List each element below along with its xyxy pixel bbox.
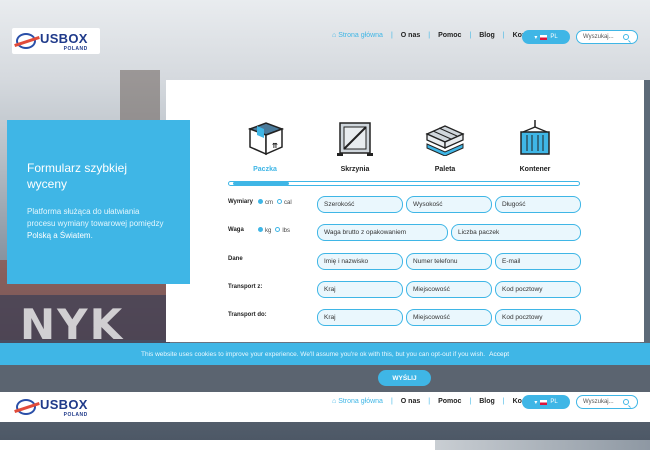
flag-pl-icon <box>540 399 548 405</box>
transport-from-row: Transport z: <box>228 284 263 290</box>
to-country-field[interactable]: Kraj <box>317 309 403 326</box>
email-field[interactable]: E-mail <box>495 253 581 270</box>
from-postcode-field[interactable]: Kod pocztowy <box>495 281 581 298</box>
gross-weight-field[interactable]: Waga brutto z opakowaniem <box>317 224 448 241</box>
globe-icon <box>16 33 36 49</box>
box-icon: ⇈ <box>247 120 285 156</box>
width-field[interactable]: Szerokość <box>317 196 403 213</box>
container-icon <box>517 120 553 156</box>
sticky-logo[interactable]: USBOX POLAND <box>12 394 100 420</box>
search-input[interactable]: Wyszukaj... <box>576 30 638 44</box>
chevron-down-icon: ▾ <box>534 399 538 406</box>
progress-bar <box>228 181 580 186</box>
from-city-field[interactable]: Miejscowość <box>406 281 492 298</box>
nav-about[interactable]: O nas <box>401 32 420 39</box>
to-postcode-field[interactable]: Kod pocztowy <box>495 309 581 326</box>
search-icon[interactable] <box>623 399 629 405</box>
name-field[interactable]: Imię i nazwisko <box>317 253 403 270</box>
sticky-nav-blog[interactable]: Blog <box>479 398 495 405</box>
type-container[interactable]: Kontener <box>500 120 570 173</box>
unit-cm-radio[interactable]: cm <box>258 199 273 206</box>
ship-lettering: NYK <box>20 300 125 349</box>
dimensions-row: Wymiary cm cal <box>228 199 292 206</box>
logo-brand: USBOX <box>40 30 88 46</box>
language-switch[interactable]: ▾ PL <box>522 30 570 44</box>
cookie-bar: This website uses cookies to improve you… <box>0 343 650 365</box>
phone-field[interactable]: Numer telefonu <box>406 253 492 270</box>
logo-sub: POLAND <box>63 45 88 52</box>
cookie-accept-link[interactable]: Accept <box>489 351 509 358</box>
sticky-nav: ⌂ Strona główna | O nas | Pomoc | Blog |… <box>332 398 539 405</box>
unit-lbs-radio[interactable]: lbs <box>275 227 290 234</box>
sticky-search-input[interactable]: Wyszukaj... <box>576 395 638 409</box>
crate-icon <box>337 120 373 156</box>
bottom-image-strip <box>435 440 650 450</box>
progress-fill <box>233 182 289 185</box>
length-field[interactable]: Długość <box>495 196 581 213</box>
search-icon[interactable] <box>623 34 629 40</box>
nav-blog[interactable]: Blog <box>479 32 495 39</box>
transport-to-row: Transport do: <box>228 312 267 318</box>
weight-row: Waga kg lbs <box>228 227 291 234</box>
sticky-language-switch[interactable]: ▾ PL <box>522 395 570 409</box>
unit-cal-radio[interactable]: cal <box>277 199 292 206</box>
main-nav: ⌂ Strona główna | O nas | Pomoc | Blog |… <box>332 32 539 39</box>
quote-form-panel: ⇈ Paczka Skrzynia Paleta Kontener Wymiar… <box>166 80 644 342</box>
type-box[interactable]: ⇈ Paczka <box>230 120 300 173</box>
from-country-field[interactable]: Kraj <box>317 281 403 298</box>
unit-kg-radio[interactable]: kg <box>258 227 271 234</box>
svg-text:⇈: ⇈ <box>272 142 278 150</box>
page-title: Formularz szybkiej wyceny <box>27 161 128 192</box>
height-field[interactable]: Wysokość <box>406 196 492 213</box>
nav-help[interactable]: Pomoc <box>438 32 461 39</box>
type-crate[interactable]: Skrzynia <box>320 120 390 173</box>
info-card: Formularz szybkiej wyceny Platforma służ… <box>7 120 190 284</box>
send-button[interactable]: WYŚLIJ <box>378 370 431 386</box>
sticky-nav-home[interactable]: ⌂ Strona główna <box>332 398 383 405</box>
shipment-type-selector: ⇈ Paczka Skrzynia Paleta Kontener <box>230 120 570 180</box>
logo[interactable]: USBOX POLAND <box>12 28 100 54</box>
package-count-field[interactable]: Liczba paczek <box>451 224 581 241</box>
sticky-nav-about[interactable]: O nas <box>401 398 420 405</box>
nav-home[interactable]: ⌂ Strona główna <box>332 32 383 39</box>
globe-icon <box>16 399 36 415</box>
sticky-nav-help[interactable]: Pomoc <box>438 398 461 405</box>
chevron-down-icon: ▾ <box>534 34 538 41</box>
to-city-field[interactable]: Miejscowość <box>406 309 492 326</box>
flag-pl-icon <box>540 34 548 40</box>
info-description: Platforma służąca do ułatwiania procesu … <box>27 207 164 240</box>
type-pallet[interactable]: Paleta <box>410 120 480 173</box>
pallet-icon <box>423 120 467 157</box>
contact-row: Dane <box>228 256 243 262</box>
